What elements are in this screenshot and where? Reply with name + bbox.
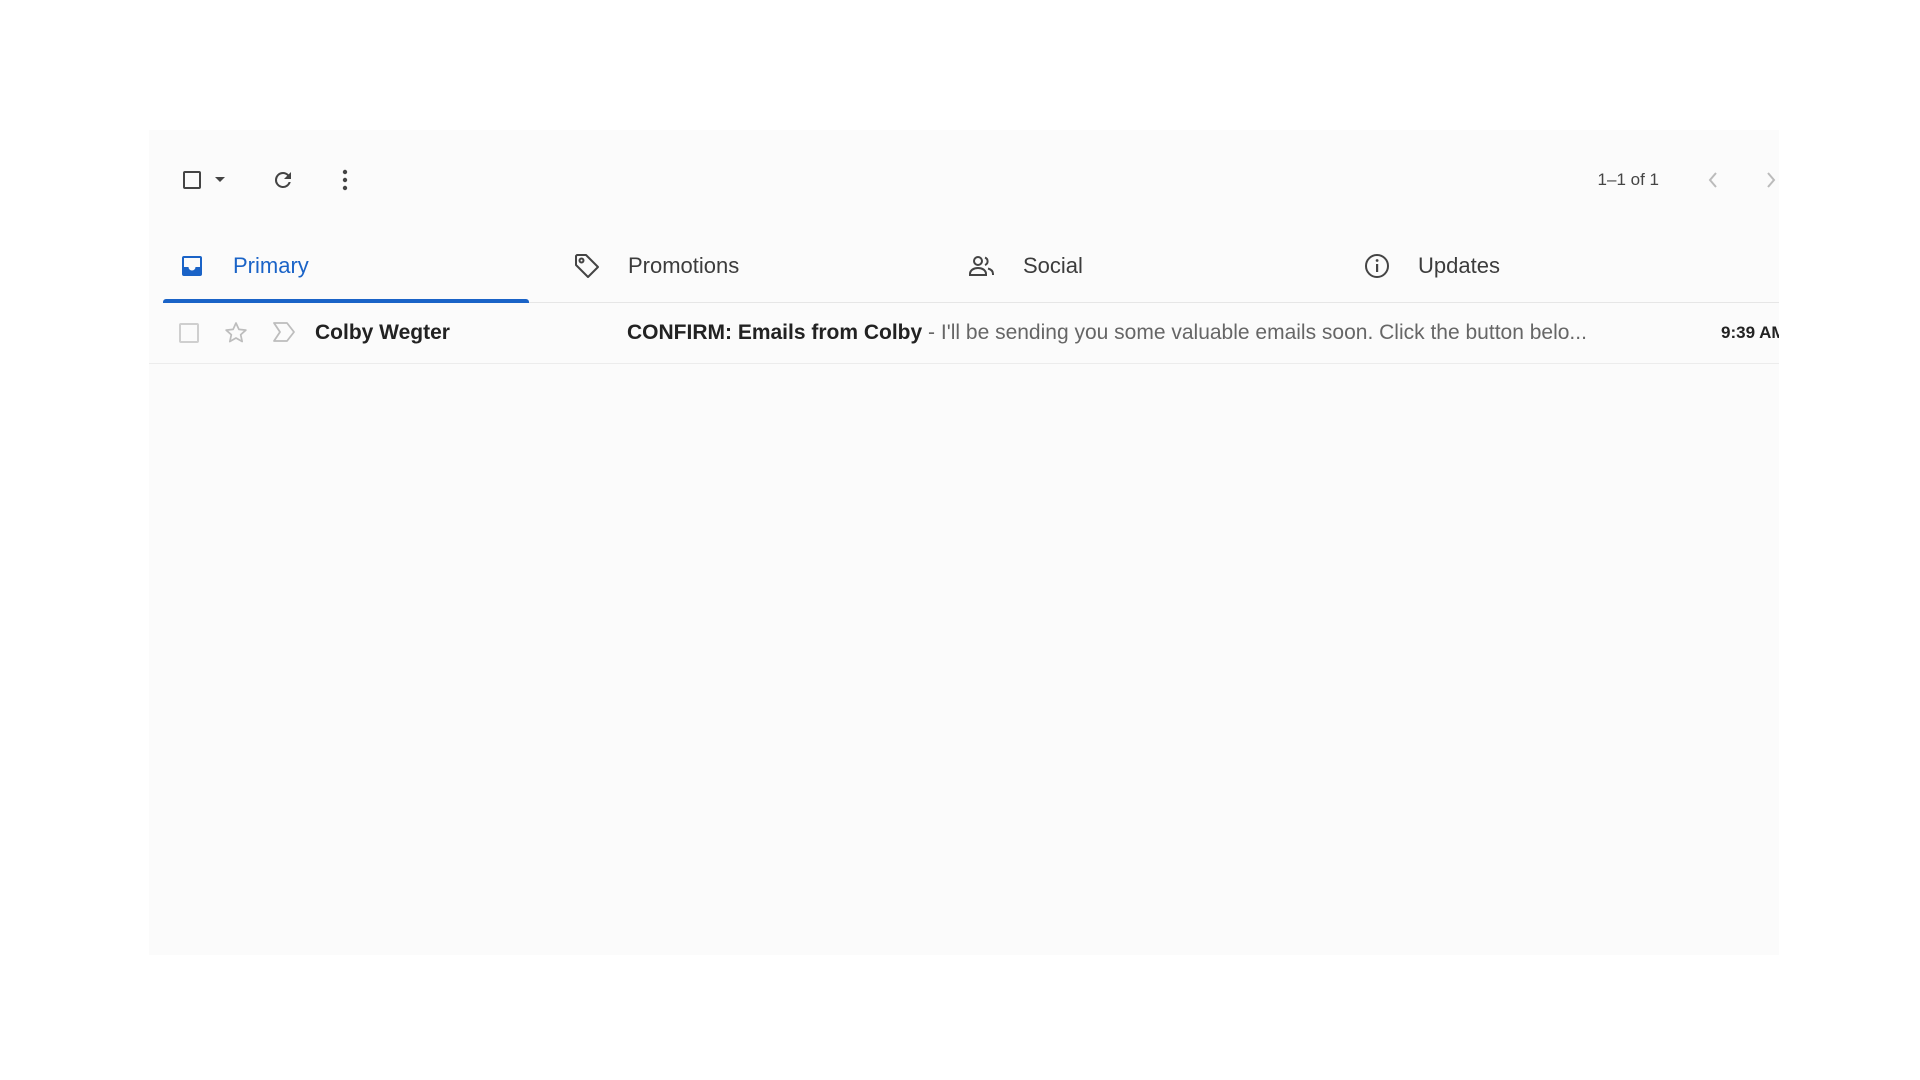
more-vert-icon bbox=[342, 169, 348, 191]
separator-text: - bbox=[922, 321, 941, 344]
pagination-label: 1–1 of 1 bbox=[1597, 170, 1659, 189]
newer-page-button[interactable] bbox=[1755, 164, 1779, 196]
important-icon bbox=[273, 322, 295, 342]
select-dropdown-button[interactable] bbox=[212, 168, 228, 192]
tab-label: Promotions bbox=[628, 253, 740, 278]
row-checkbox[interactable] bbox=[179, 323, 199, 343]
tab-social[interactable]: Social bbox=[953, 230, 1348, 302]
inbox-icon bbox=[177, 251, 207, 281]
important-marker-button[interactable] bbox=[271, 321, 297, 345]
tag-icon bbox=[572, 251, 602, 281]
info-icon bbox=[1362, 251, 1392, 281]
tab-updates[interactable]: Updates bbox=[1348, 230, 1743, 302]
tab-label: Social bbox=[1023, 253, 1083, 278]
sender-name: Colby Wegter bbox=[315, 321, 450, 344]
chevron-right-icon bbox=[1767, 172, 1776, 188]
people-icon bbox=[967, 251, 997, 281]
star-button[interactable] bbox=[223, 320, 249, 346]
refresh-button[interactable] bbox=[267, 164, 299, 196]
caret-down-icon bbox=[215, 177, 225, 182]
message-summary: CONFIRM: Emails from Colby - I'll be sen… bbox=[627, 320, 1767, 346]
tab-promotions[interactable]: Promotions bbox=[558, 230, 953, 302]
tab-primary[interactable]: Primary bbox=[163, 230, 558, 303]
select-all-checkbox[interactable] bbox=[179, 168, 205, 192]
refresh-icon bbox=[274, 171, 291, 188]
message-time: 9:39 AM bbox=[1721, 323, 1779, 342]
tab-label: Primary bbox=[233, 253, 309, 278]
inbox-panel: 1–1 of 1 Primary Promotions Social Updat… bbox=[149, 130, 1779, 955]
more-options-button[interactable] bbox=[329, 164, 361, 196]
message-row[interactable]: Colby Wegter CONFIRM: Emails from Colby … bbox=[149, 303, 1779, 364]
older-page-button[interactable] bbox=[1697, 164, 1729, 196]
chevron-left-icon bbox=[1708, 172, 1717, 188]
category-tabs: Primary Promotions Social Updates bbox=[163, 230, 1779, 303]
star-icon bbox=[225, 322, 247, 343]
snippet-text: I'll be sending you some valuable emails… bbox=[940, 321, 1587, 344]
tab-label: Updates bbox=[1418, 253, 1500, 278]
toolbar: 1–1 of 1 bbox=[149, 130, 1779, 222]
subject-text: CONFIRM: Emails from Colby bbox=[627, 321, 923, 344]
checkbox-icon bbox=[183, 171, 201, 189]
